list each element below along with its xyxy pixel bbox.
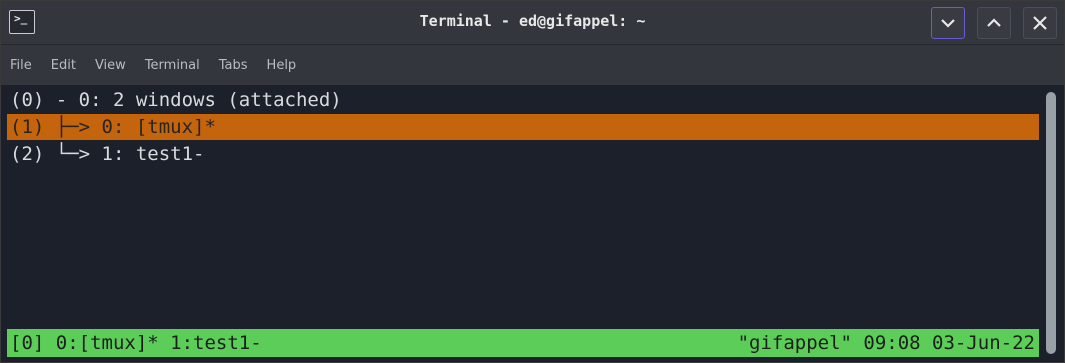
row-text: - 0: 2 windows (attached) xyxy=(44,89,342,111)
status-right: "gifappel" 09:08 03-Jun-22 xyxy=(737,332,1035,354)
menu-terminal[interactable]: Terminal xyxy=(145,58,200,73)
tree-row-window-selected[interactable]: (1) ├─> 0: [tmux]* xyxy=(7,114,1039,140)
title-bar[interactable]: >_ Terminal - ed@gifappel: ~ xyxy=(1,1,1064,45)
maximize-icon xyxy=(987,18,1001,27)
row-text: └─> 1: test1- xyxy=(44,143,205,165)
window-title: Terminal - ed@gifappel: ~ xyxy=(419,12,646,30)
row-index: (0) xyxy=(10,89,45,111)
minimize-button[interactable] xyxy=(931,7,965,39)
terminal-output[interactable]: (0) - 0: 2 windows (attached) (1) ├─> 0:… xyxy=(7,87,1039,357)
menu-help[interactable]: Help xyxy=(267,58,297,73)
close-button[interactable] xyxy=(1023,7,1057,39)
vertical-scrollbar[interactable] xyxy=(1044,90,1058,356)
terminal-window: >_ Terminal - ed@gifappel: ~ File Edit V… xyxy=(0,0,1065,363)
tmux-status-bar: [0] 0:[tmux]* 1:test1- "gifappel" 09:08 … xyxy=(7,329,1039,357)
tree-row-session[interactable]: (0) - 0: 2 windows (attached) xyxy=(7,87,1039,113)
menu-view[interactable]: View xyxy=(95,58,126,73)
close-icon xyxy=(1033,16,1047,30)
maximize-button[interactable] xyxy=(977,7,1011,39)
status-left: [0] 0:[tmux]* 1:test1- xyxy=(10,332,262,354)
menu-tabs[interactable]: Tabs xyxy=(219,58,248,73)
menu-bar: File Edit View Terminal Tabs Help xyxy=(1,45,1064,85)
row-text: ├─> 0: [tmux]* xyxy=(44,116,216,138)
row-index: (2) xyxy=(10,143,45,165)
minimize-icon xyxy=(941,19,955,28)
row-index: (1) xyxy=(10,116,45,138)
menu-edit[interactable]: Edit xyxy=(51,58,76,73)
menu-file[interactable]: File xyxy=(10,58,32,73)
scrollbar-thumb[interactable] xyxy=(1046,92,1056,354)
tree-row-window[interactable]: (2) └─> 1: test1- xyxy=(7,141,1039,167)
